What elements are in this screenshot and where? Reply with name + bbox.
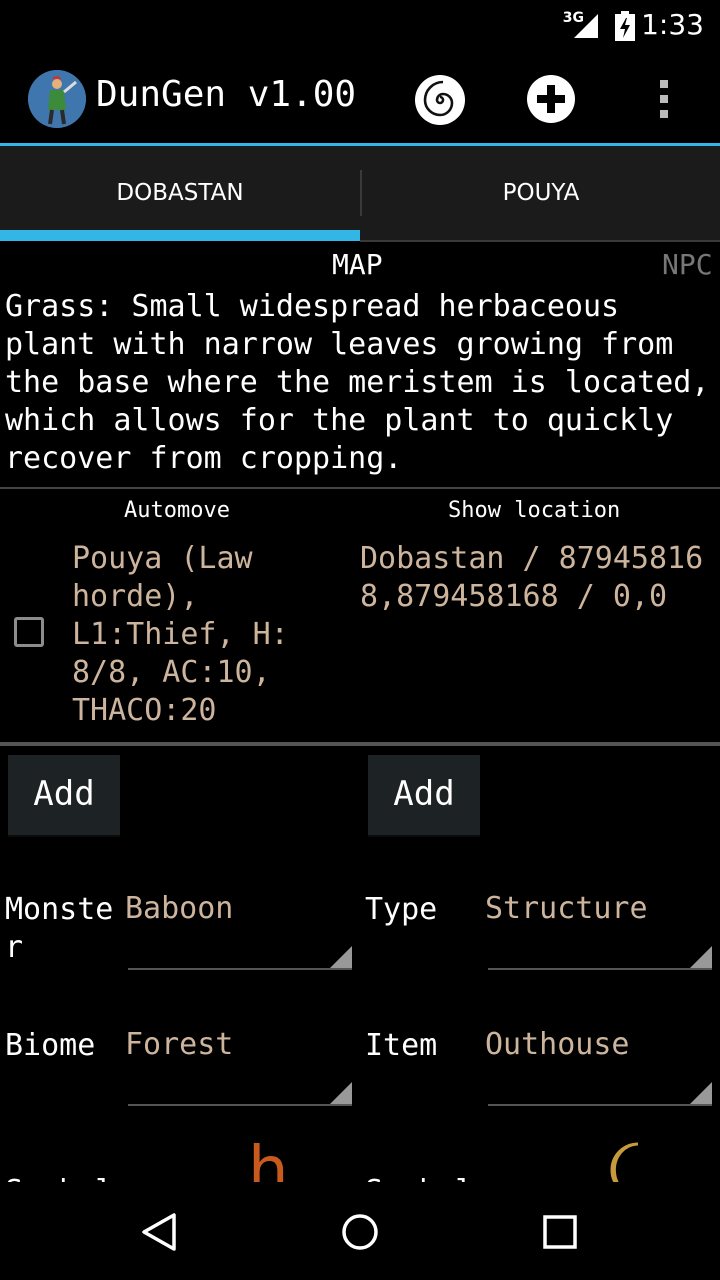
tab-pouya[interactable]: POUYA <box>361 146 720 240</box>
add-icon[interactable] <box>526 74 576 124</box>
npc-location[interactable]: Dobastan / 879458168,879458168 / 0,0 <box>360 540 710 616</box>
spinner-underline <box>128 968 352 970</box>
item-label: Item <box>365 1028 438 1063</box>
add-monster-button[interactable]: Add <box>8 755 120 837</box>
spinner-arrow-icon <box>690 1082 712 1104</box>
tab-dobastan[interactable]: DOBASTAN <box>0 146 360 240</box>
biome-spinner[interactable]: Forest <box>125 1027 233 1062</box>
type-label: Type <box>365 892 438 927</box>
tile-description: Grass: Small widespread herbaceous plant… <box>5 289 710 476</box>
battery-icon <box>615 11 635 41</box>
overflow-menu-icon[interactable] <box>654 76 674 122</box>
type-spinner[interactable]: Structure <box>485 891 648 926</box>
clock: 1:33 <box>641 8 704 41</box>
spinner-underline <box>488 1104 712 1106</box>
add-structure-button[interactable]: Add <box>368 755 480 837</box>
tab-selected-indicator <box>0 230 360 241</box>
divider <box>0 742 720 746</box>
spinner-arrow-icon <box>690 946 712 968</box>
app-title: DunGen v1.00 <box>96 74 357 115</box>
subtab-npc[interactable]: NPC <box>662 248 713 281</box>
back-icon[interactable] <box>140 1212 180 1252</box>
column-header-automove: Automove <box>124 498 230 523</box>
spinner-arrow-icon <box>330 946 352 968</box>
divider <box>0 487 720 489</box>
app-icon <box>28 70 86 128</box>
automove-checkbox[interactable] <box>14 617 44 647</box>
npc-info[interactable]: Pouya (Law horde), L1:Thief, H: 8/8, AC:… <box>72 540 342 730</box>
symbol-label: Symbol <box>365 1174 473 1182</box>
spiral-icon[interactable] <box>414 74 466 126</box>
spinner-underline <box>488 968 712 970</box>
monster-label: Monster <box>5 892 114 965</box>
spinner-underline <box>128 1104 352 1106</box>
column-header-show-location: Show location <box>448 498 621 523</box>
subtab-map[interactable]: MAP <box>332 248 383 281</box>
symbol-row: Symbol h Symbol <box>0 1130 720 1182</box>
tab-bottom-line <box>360 240 720 242</box>
symbol-label: Symbol <box>5 1174 113 1182</box>
spinner-arrow-icon <box>330 1082 352 1104</box>
monster-spinner[interactable]: Baboon <box>125 891 233 926</box>
item-spinner[interactable]: Outhouse <box>485 1027 630 1062</box>
status-bar <box>0 0 720 50</box>
biome-label: Biome <box>5 1028 96 1063</box>
signal-icon <box>574 14 598 38</box>
recents-icon[interactable] <box>543 1215 577 1249</box>
home-icon[interactable] <box>341 1213 379 1251</box>
moon-icon <box>610 1142 639 1182</box>
monster-symbol: h <box>248 1134 289 1182</box>
